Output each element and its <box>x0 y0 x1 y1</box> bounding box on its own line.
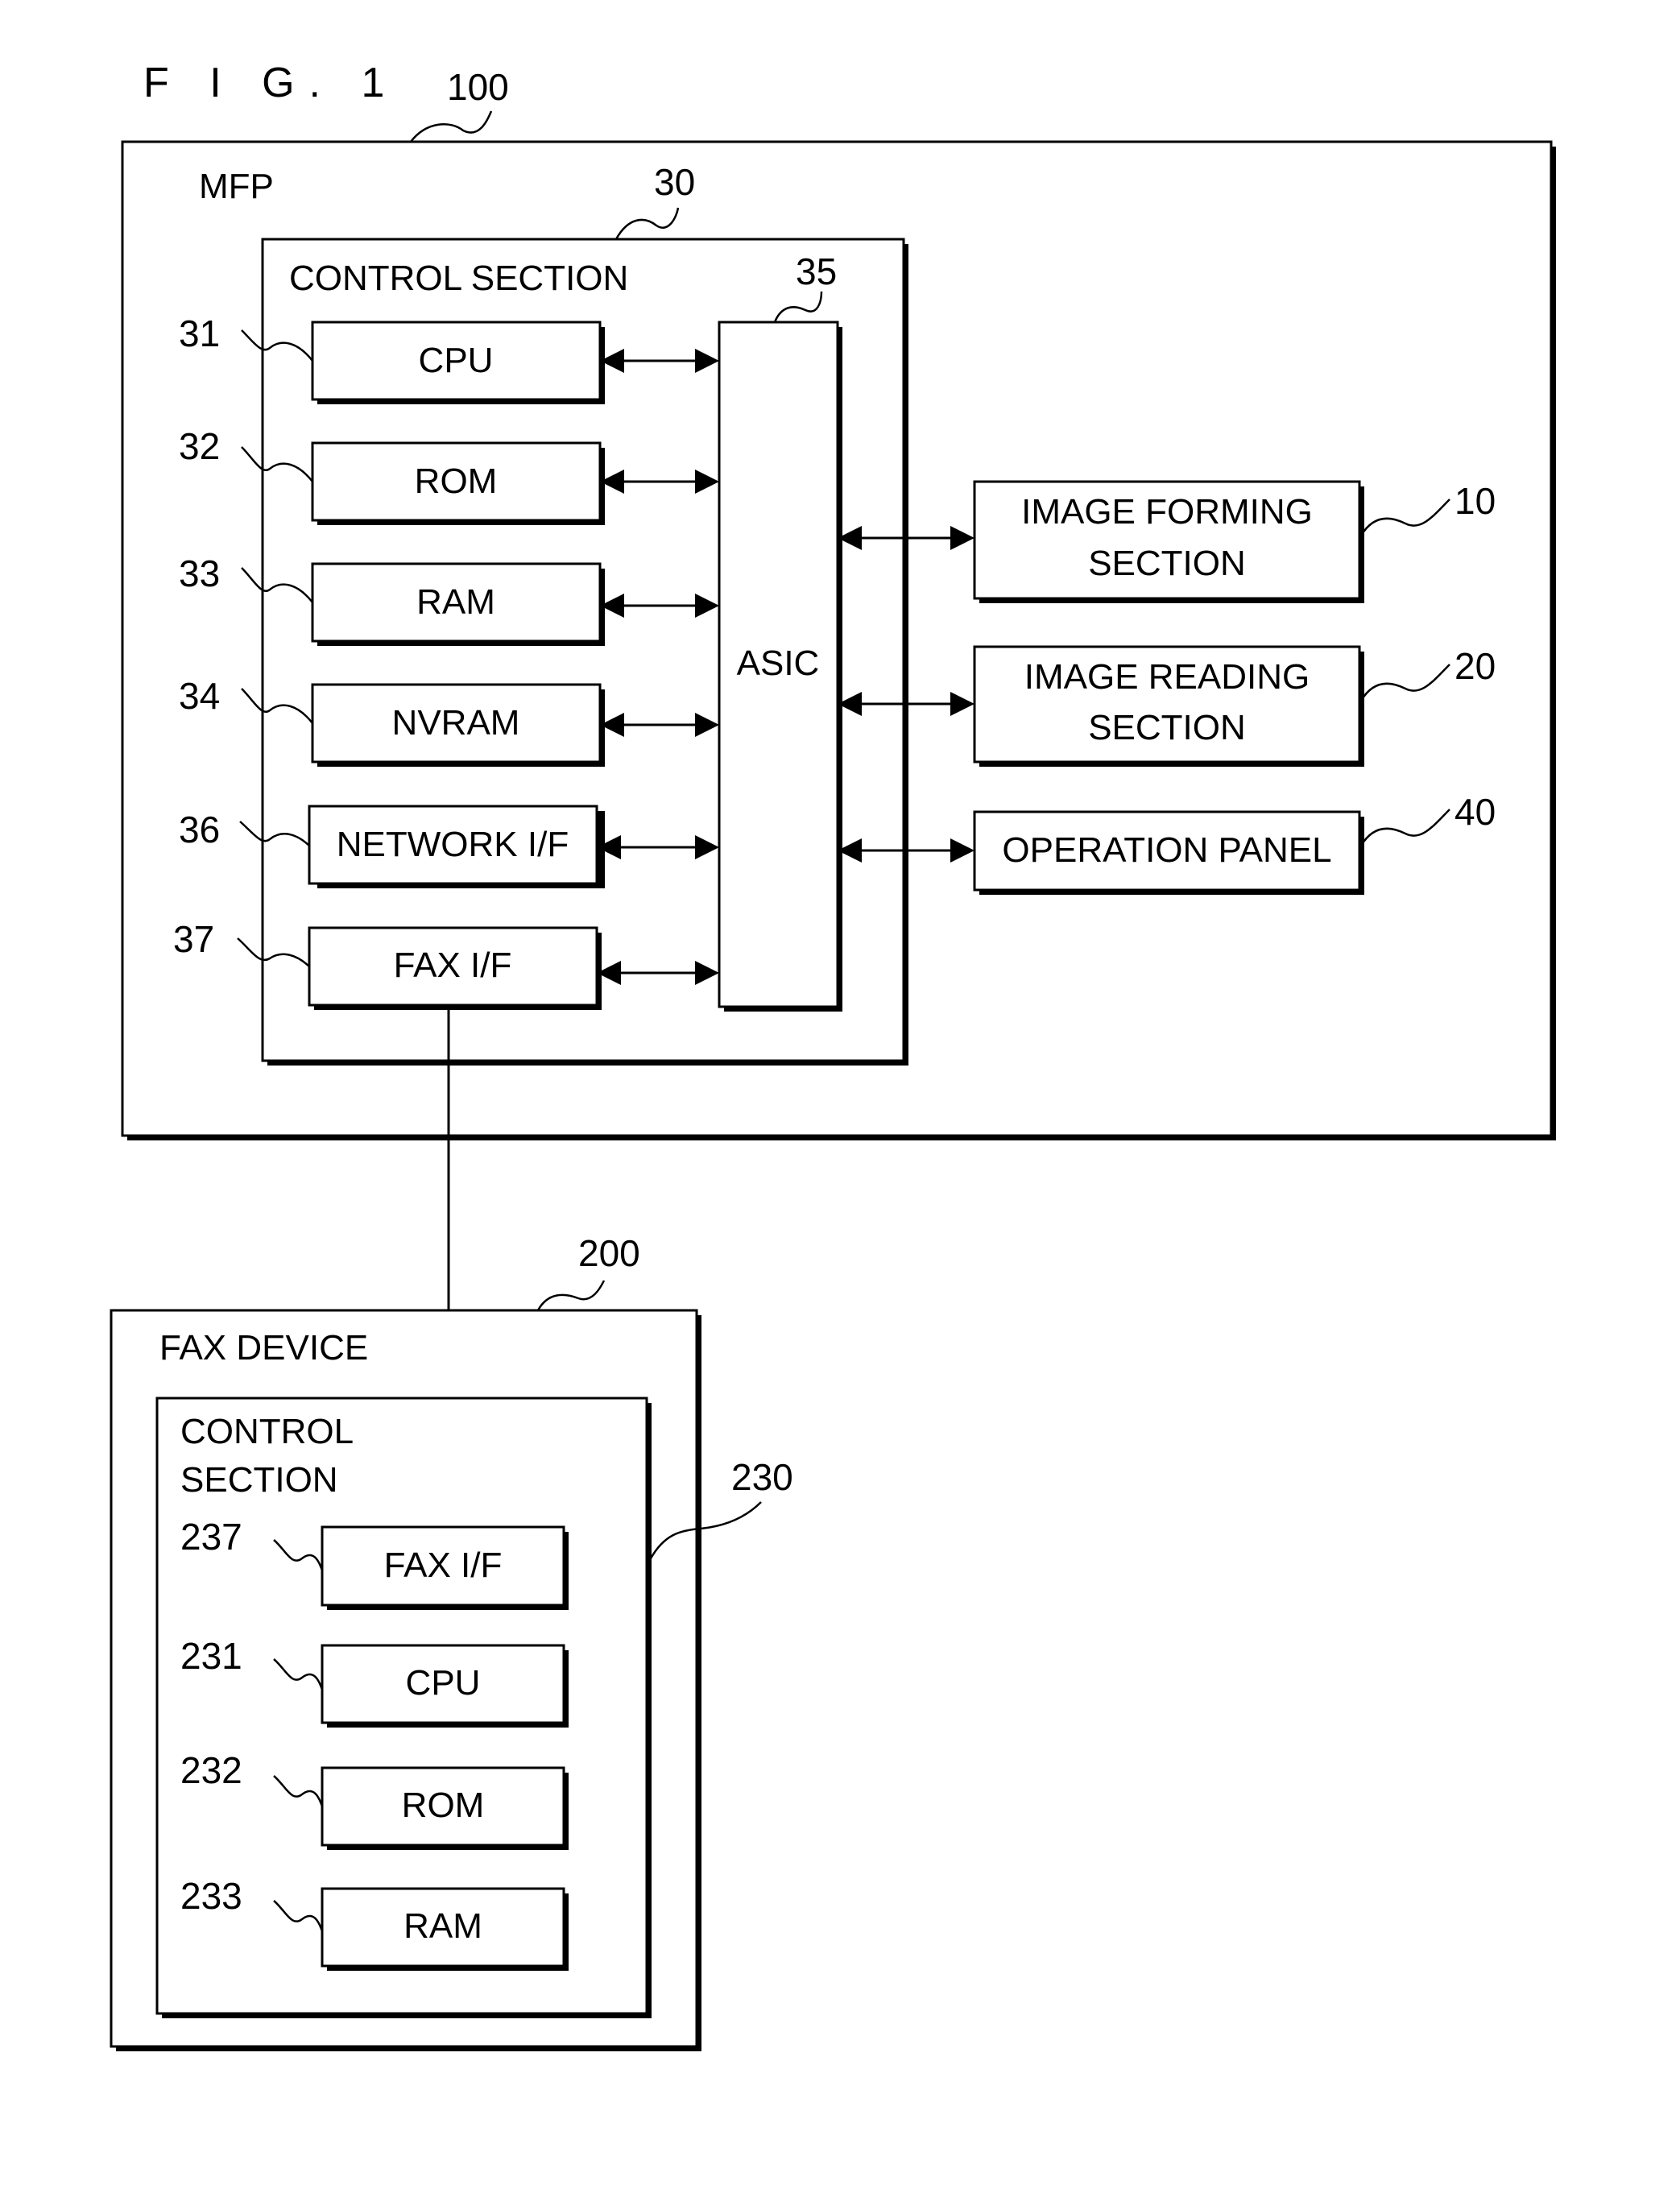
image-reading-label-line2: SECTION <box>1088 708 1246 747</box>
fax-dev-fax-if-label: FAX I/F <box>384 1546 503 1585</box>
rom-ref: 32 <box>179 425 220 467</box>
control-section-ref: 30 <box>654 161 695 203</box>
nvram-ref: 34 <box>179 675 220 717</box>
rom-label: ROM <box>415 461 498 501</box>
fax-dev-ram-label: RAM <box>403 1906 482 1946</box>
mfp-ref: 100 <box>447 66 509 108</box>
fax-dev-ram-ref: 233 <box>180 1875 242 1917</box>
fax-device-leader <box>536 1280 606 1311</box>
figure-title: F I G. 1 <box>143 60 399 106</box>
fax-control-label-line2: SECTION <box>180 1460 338 1500</box>
asic-ref: 35 <box>796 250 837 292</box>
image-forming-ref: 10 <box>1454 480 1496 522</box>
ram-label: RAM <box>416 582 495 622</box>
image-forming-label-line1: IMAGE FORMING <box>1021 492 1313 532</box>
fax-dev-cpu-ref: 231 <box>180 1635 242 1677</box>
fax-control-ref: 230 <box>731 1456 793 1498</box>
image-reading-ref: 20 <box>1454 645 1496 687</box>
mfp-leader-line <box>410 110 493 143</box>
fax-device-ref: 200 <box>578 1232 640 1274</box>
cpu-ref: 31 <box>179 312 220 354</box>
fax-control-label-line1: CONTROL <box>180 1412 354 1451</box>
cpu-label: CPU <box>419 341 494 380</box>
asic-label: ASIC <box>737 643 820 683</box>
fax-if-label: FAX I/F <box>394 946 512 985</box>
fax-dev-rom-label: ROM <box>402 1786 485 1825</box>
fax-if-ref: 37 <box>173 918 214 960</box>
fax-dev-fax-if-ref: 237 <box>180 1516 242 1558</box>
fax-dev-cpu-label: CPU <box>406 1663 481 1703</box>
image-reading-label-line1: IMAGE READING <box>1024 657 1310 697</box>
ram-ref: 33 <box>179 552 220 594</box>
block-diagram: F I G. 1 100 MFP 30 CONTROL SECTION ASIC… <box>110 60 1556 2051</box>
fax-device-label: FAX DEVICE <box>159 1328 368 1368</box>
network-if-label: NETWORK I/F <box>337 825 569 864</box>
nvram-label: NVRAM <box>392 703 520 743</box>
operation-panel-ref: 40 <box>1454 791 1496 833</box>
operation-panel-label: OPERATION PANEL <box>1002 830 1331 870</box>
fax-dev-rom-ref: 232 <box>180 1749 242 1791</box>
control-section-label: CONTROL SECTION <box>289 259 628 298</box>
network-if-ref: 36 <box>179 809 220 850</box>
mfp-label: MFP <box>199 167 274 206</box>
image-forming-label-line2: SECTION <box>1088 544 1246 583</box>
